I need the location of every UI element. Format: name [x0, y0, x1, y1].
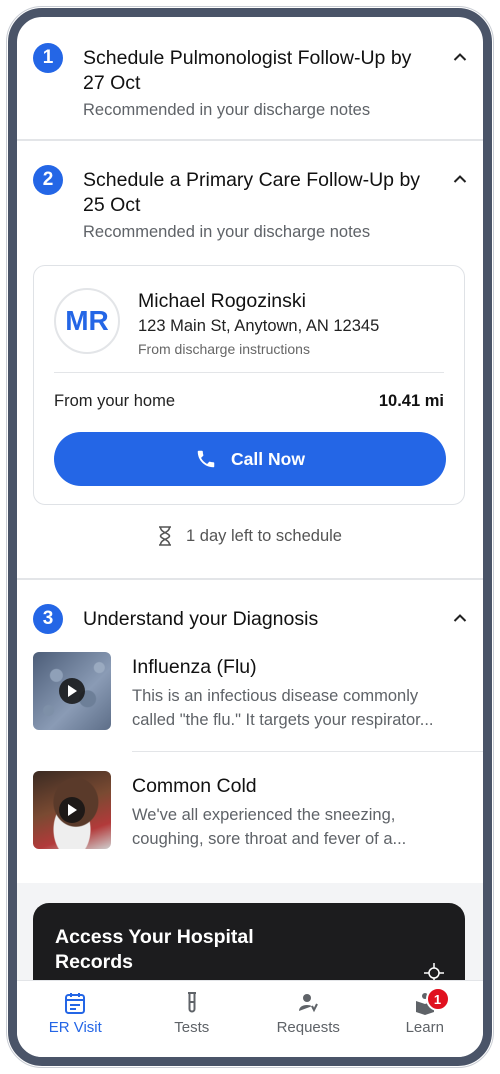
diagnosis-item-common-cold[interactable]: Common Cold We've all experienced the sn…: [33, 771, 483, 853]
avatar: MR: [54, 288, 120, 354]
step-3-section[interactable]: 3 Understand your Diagnosis Influenza (F…: [17, 580, 483, 890]
divider: [132, 751, 483, 752]
notification-badge: 1: [425, 987, 450, 1011]
play-icon[interactable]: [59, 797, 85, 823]
promo-title: Access Your Hospital Records: [55, 926, 254, 973]
diagnosis-item-influenza[interactable]: Influenza (Flu) This is an infectious di…: [33, 652, 483, 734]
hospital-records-card[interactable]: Access Your Hospital Records: [33, 903, 465, 981]
step-number-badge: 2: [33, 165, 63, 195]
schedule-deadline: 1 day left to schedule: [17, 526, 483, 546]
scroll-content[interactable]: 1 Schedule Pulmonologist Follow-Up by 27…: [17, 17, 483, 981]
tab-label: Tests: [174, 1019, 210, 1036]
chevron-up-icon[interactable]: [453, 174, 467, 184]
distance-label: From your home: [54, 392, 176, 410]
step-number-badge: 1: [33, 43, 63, 73]
common-cold-video-thumbnail[interactable]: [33, 771, 111, 849]
call-now-label: Call Now: [231, 448, 305, 469]
call-now-button[interactable]: Call Now: [54, 432, 446, 486]
chevron-up-icon[interactable]: [453, 613, 467, 623]
tab-label: Requests: [276, 1019, 340, 1036]
records-illustration-icon: [424, 963, 444, 981]
distance-value: 10.41 mi: [378, 392, 444, 410]
step-title: Schedule a Primary Care Follow-Up by 25 …: [83, 169, 421, 216]
provider-name: Michael Rogozinski: [138, 290, 306, 312]
step-2-section[interactable]: 2 Schedule a Primary Care Follow-Up by 2…: [17, 141, 483, 580]
step-1-section[interactable]: 1 Schedule Pulmonologist Follow-Up by 27…: [17, 17, 483, 141]
divider: [54, 372, 444, 373]
diagnosis-title: Common Cold: [132, 775, 257, 797]
tab-tests[interactable]: Tests: [134, 981, 251, 1057]
hourglass-icon: [159, 526, 172, 546]
play-icon[interactable]: [59, 678, 85, 704]
deadline-text: 1 day left to schedule: [186, 526, 342, 545]
provider-source: From discharge instructions: [138, 341, 310, 357]
tab-requests[interactable]: Requests: [250, 981, 367, 1057]
diagnosis-title: Influenza (Flu): [132, 656, 257, 678]
step-subtitle: Recommended in your discharge notes: [83, 101, 371, 119]
person-requests-icon: [299, 994, 319, 1013]
diagnosis-description: We've all experienced the sneezing, coug…: [132, 806, 407, 848]
step-number-badge: 3: [33, 604, 63, 634]
chevron-up-icon[interactable]: [453, 52, 467, 62]
phone-icon: [197, 450, 215, 468]
step-title: Understand your Diagnosis: [83, 608, 319, 630]
tab-label: ER Visit: [48, 1019, 102, 1036]
provider-card: MR Michael Rogozinski 123 Main St, Anyto…: [33, 265, 465, 505]
calendar-icon: [65, 993, 86, 1014]
phone-frame: 1 Schedule Pulmonologist Follow-Up by 27…: [8, 8, 492, 1066]
bottom-tab-bar: ER Visit Tests Requests Learn 1: [17, 980, 483, 1057]
step-subtitle: Recommended in your discharge notes: [83, 223, 371, 241]
step-title: Schedule Pulmonologist Follow-Up by 27 O…: [83, 47, 412, 94]
test-tube-icon: [187, 992, 196, 1013]
tab-learn[interactable]: Learn 1: [367, 981, 484, 1057]
influenza-video-thumbnail[interactable]: [33, 652, 111, 730]
tab-er-visit[interactable]: ER Visit: [17, 981, 134, 1057]
provider-address: 123 Main St, Anytown, AN 12345: [138, 317, 380, 335]
diagnosis-description: This is an infectious disease commonly c…: [132, 687, 434, 729]
tab-label: Learn: [405, 1019, 444, 1036]
